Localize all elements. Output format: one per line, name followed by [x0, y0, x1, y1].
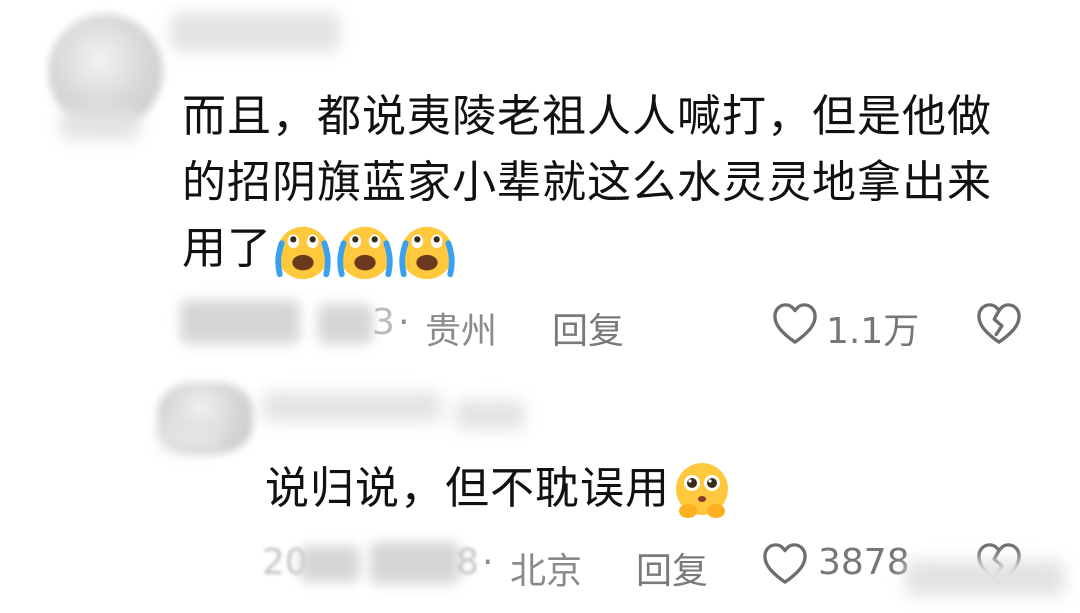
comment-line-2: 的招阴旗蓝家小辈就这么水灵灵地拿出来 [182, 157, 992, 208]
comment-line-1: 而且，都说夷陵老祖人人喊打，但是他做 [182, 91, 992, 142]
reply-button[interactable]: 回复 [636, 542, 708, 594]
meta-separator: · [482, 542, 494, 583]
username-redacted [455, 400, 525, 430]
comment-body: 说归说，但不耽误用 [265, 463, 670, 514]
comment-location: 北京 [510, 551, 583, 592]
reply-button[interactable]: 回复 [552, 302, 624, 354]
like-count: 3878 [818, 542, 910, 583]
date-redacted [318, 304, 373, 344]
heart-outline-icon [762, 542, 808, 586]
date-redacted [370, 542, 460, 584]
loudly-crying-face-emoji [334, 220, 396, 282]
comment-text: 说归说，但不耽误用 [265, 456, 965, 523]
loudly-crying-face-emoji [396, 220, 458, 282]
username-redacted [262, 392, 442, 422]
like-count: 1.1万 [826, 311, 920, 352]
comment-date-suffix: 3 [372, 302, 395, 343]
comment-date-suffix: 8 [456, 542, 479, 583]
redacted-fragment [160, 420, 220, 450]
heart-outline-icon [772, 302, 818, 346]
meta-separator: · [398, 302, 410, 343]
comment-location: 贵州 [425, 311, 498, 352]
loudly-crying-face-emoji [272, 220, 334, 282]
date-redacted [180, 300, 300, 344]
date-redacted [300, 546, 360, 582]
watermark-redacted [905, 560, 1065, 596]
comment-line-3-text: 用了 [182, 223, 272, 274]
username-redacted [170, 12, 340, 52]
pleading-face-emoji [670, 459, 734, 523]
broken-heart-icon[interactable] [976, 302, 1022, 346]
like-button[interactable]: 1.1万 [772, 300, 922, 352]
like-button[interactable]: 3878 [762, 540, 922, 590]
redacted-fragment [60, 110, 140, 140]
comment-line-3: 用了 [182, 216, 1042, 282]
comment-text: 而且，都说夷陵老祖人人喊打，但是他做 的招阴旗蓝家小辈就这么水灵灵地拿出来 用了 [182, 84, 1042, 282]
